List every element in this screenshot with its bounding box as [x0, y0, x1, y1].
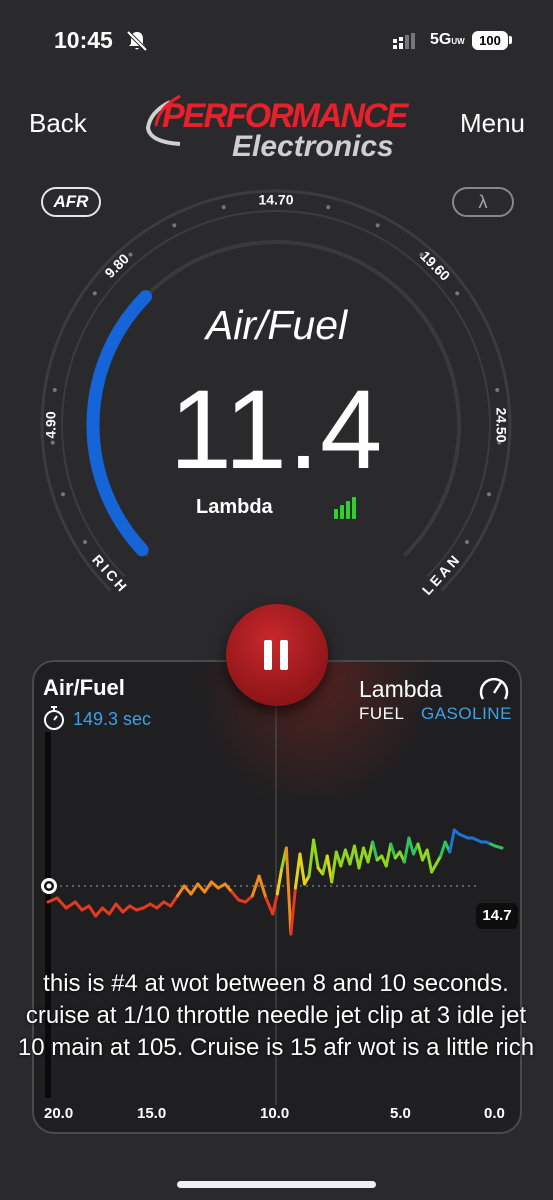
chart-line-segment	[357, 846, 366, 870]
chart-line-segment	[493, 844, 504, 850]
sensor-signal-icon	[334, 497, 356, 519]
gauge-sub-label: Lambda	[196, 496, 273, 518]
gauge-tick-label: 19.60	[417, 248, 453, 284]
chart-line-segment	[289, 886, 297, 936]
gauge-dot	[92, 291, 97, 296]
elapsed-time: 149.3 sec	[73, 709, 152, 729]
gauge-dot	[375, 223, 380, 228]
user-caption: this is #4 at wot between 8 and 10 secon…	[17, 970, 535, 1061]
fuel-value[interactable]: GASOLINE	[421, 704, 512, 724]
chart-line-segment	[416, 842, 425, 862]
chart-line-segment	[169, 894, 179, 908]
status-bar: 10:45 5GUW 100	[0, 0, 553, 80]
chart-line-segment	[175, 884, 186, 898]
pause-button[interactable]	[226, 604, 328, 706]
chart-line-segment	[275, 866, 284, 896]
x-tick-label: 5.0	[390, 1105, 411, 1122]
stopwatch-icon	[44, 706, 64, 730]
chart-line-segment	[312, 838, 320, 870]
gauge-dot	[326, 205, 331, 210]
lambda-mode-button[interactable]: λ	[452, 187, 514, 217]
gauge-dot	[455, 291, 460, 296]
chart-line-segment	[402, 836, 411, 864]
gauge-dot	[128, 252, 133, 257]
speedometer-icon[interactable]	[477, 672, 511, 706]
home-indicator[interactable]	[177, 1181, 376, 1188]
gauge-dot	[172, 223, 177, 228]
back-button[interactable]: Back	[29, 108, 87, 139]
battery-icon: 100	[472, 31, 508, 50]
chart-line-segment	[407, 836, 415, 856]
gauge-tick-label: 9.80	[101, 250, 132, 281]
gauge-value: 11.4	[169, 367, 384, 492]
chart-line-segment	[264, 896, 275, 916]
logo-line2: Electronics	[232, 130, 394, 163]
start-marker-dot	[46, 883, 52, 889]
gauge-dot	[83, 540, 88, 545]
x-tick-label: 0.0	[484, 1105, 505, 1122]
x-tick-label: 20.0	[44, 1105, 74, 1122]
chart-line-segment	[55, 896, 68, 910]
chart-line-segment	[284, 846, 293, 936]
chart-line-segment	[330, 850, 338, 884]
chart-line-segment	[384, 842, 393, 868]
chart-title: Air/Fuel	[43, 675, 125, 700]
network-type: 5GUW	[430, 31, 465, 48]
chart-line-segment	[94, 906, 104, 918]
bell-off-icon	[126, 30, 148, 52]
chart-line-segment	[448, 828, 456, 854]
chart-line-segment	[223, 882, 234, 894]
chart-line-segment	[114, 902, 125, 914]
chart-line-segment	[182, 884, 193, 896]
chart-line-segment	[257, 874, 268, 900]
cellular-signal-icon	[393, 33, 415, 49]
reference-value-badge: 14.7	[476, 903, 518, 929]
lambda-label: Lambda	[359, 676, 443, 702]
pause-icon	[264, 640, 290, 670]
gauge-dot	[221, 205, 226, 210]
chart-line-segment	[425, 848, 434, 874]
gauge-dot	[464, 540, 469, 545]
chart-line-segment	[73, 900, 84, 912]
x-tick-label: 15.0	[137, 1105, 167, 1122]
chart-line-segment	[371, 840, 379, 862]
chart-line-segment	[389, 842, 397, 860]
brand-logo: PERFORMANCE Electronics	[140, 82, 415, 168]
menu-button[interactable]: Menu	[460, 108, 525, 139]
chart-line-segment	[87, 904, 98, 918]
gauge-tick-label: 14.70	[258, 192, 293, 208]
status-time: 10:45	[54, 27, 113, 53]
chart-line-segment	[196, 882, 207, 894]
battery-tip	[509, 36, 512, 44]
chart-line-segment	[298, 852, 307, 886]
chart-line-segment	[230, 890, 241, 902]
fuel-label: FUEL	[359, 704, 405, 723]
chart-line-segment	[107, 902, 118, 916]
gauge-title: Air/Fuel	[205, 302, 348, 348]
afr-mode-button[interactable]: AFR	[41, 187, 101, 217]
chart-line-segment	[64, 900, 77, 910]
x-tick-label: 10.0	[260, 1105, 290, 1122]
chart-line-segment	[307, 838, 316, 878]
chart-line-segment	[203, 880, 213, 894]
chart-line-segment	[271, 892, 279, 916]
